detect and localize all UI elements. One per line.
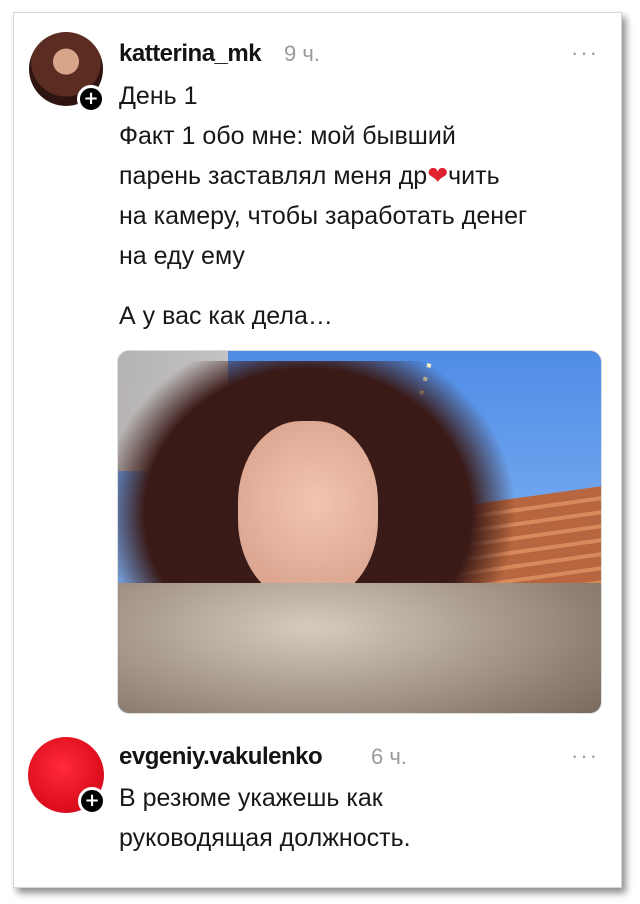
post-text-line-3b: чить bbox=[448, 162, 500, 190]
post-text-line-5: на еду ему bbox=[119, 242, 245, 270]
post-username[interactable]: katterina_mk bbox=[119, 40, 262, 68]
heart-icon: ❤ bbox=[427, 162, 449, 190]
more-icon[interactable]: ··· bbox=[571, 743, 599, 769]
post-text-line-3a: парень заставлял меня др bbox=[119, 162, 428, 190]
photo-face bbox=[238, 421, 378, 601]
follow-plus-icon[interactable]: + bbox=[77, 85, 105, 113]
follow-plus-icon[interactable]: + bbox=[78, 787, 106, 815]
post-text-line-4: на камеру, чтобы заработать денег bbox=[119, 202, 528, 230]
post-text-line-1: День 1 bbox=[119, 82, 198, 110]
photo-fur-collar bbox=[118, 583, 601, 713]
post-text-line-3: парень заставлял меня др❤чить bbox=[119, 156, 500, 196]
reply-text-line-1: В резюме укажешь как bbox=[119, 784, 383, 812]
reply-timestamp: 6 ч. bbox=[371, 744, 407, 769]
more-icon[interactable]: ··· bbox=[571, 40, 599, 66]
post-timestamp: 9 ч. bbox=[284, 41, 320, 66]
post-text-line-2: Факт 1 обо мне: мой бывший bbox=[119, 122, 456, 150]
post-photo[interactable] bbox=[117, 350, 602, 714]
post-text-line-6: А у вас как дела… bbox=[119, 302, 333, 330]
reply-text-line-2: руководящая должность. bbox=[119, 824, 411, 852]
reply-username[interactable]: evgeniy.vakulenko bbox=[119, 743, 323, 771]
screenshot-frame: + katterina_mk 9 ч. ··· День 1 Факт 1 об… bbox=[13, 12, 622, 888]
